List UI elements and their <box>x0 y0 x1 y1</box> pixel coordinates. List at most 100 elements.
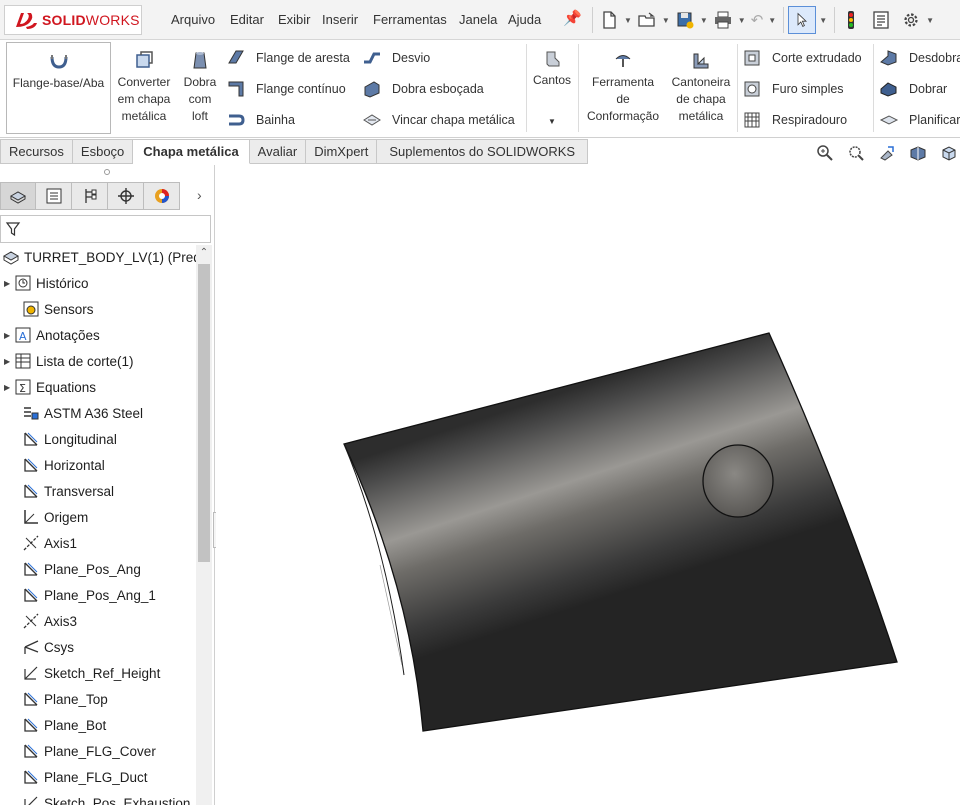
tab-avaliar[interactable]: Avaliar <box>249 139 307 164</box>
tree-item[interactable]: Axis3 <box>4 609 77 633</box>
tab-chapa-metalica[interactable]: Chapa metálica <box>133 139 250 164</box>
expand-arrow-icon[interactable]: ▶ <box>4 331 14 340</box>
tab-suplementos[interactable]: Suplementos do SOLIDWORKS <box>377 139 589 164</box>
scroll-up-chevron-icon[interactable]: ⌃ <box>196 247 212 258</box>
menu-inserir[interactable]: Inserir <box>322 12 358 27</box>
tree-item[interactable]: Horizontal <box>4 453 105 477</box>
tree-item[interactable]: Plane_FLG_Duct <box>4 765 148 789</box>
jog-button[interactable]: Desvio <box>362 47 430 69</box>
rebuild-traffic-light-icon[interactable] <box>841 6 861 34</box>
lofted-bend-button[interactable]: Dobra com loft <box>178 42 222 134</box>
fold-button[interactable]: Dobrar <box>879 78 947 100</box>
undo-icon[interactable]: ↶ <box>751 6 764 34</box>
panel-grip-handle[interactable] <box>104 169 110 175</box>
feature-manager-tab-icon[interactable] <box>0 182 36 210</box>
tree-scrollbar[interactable]: ⌃ <box>196 245 212 805</box>
sheet-metal-gusset-button[interactable]: Cantoneira de chapa metálica <box>667 42 735 134</box>
tree-item[interactable]: ▶ Histórico <box>0 271 89 295</box>
open-folder-icon[interactable] <box>637 6 657 34</box>
cross-break-button[interactable]: Vincar chapa metálica <box>362 109 515 131</box>
tree-item[interactable]: Origem <box>4 505 88 529</box>
flatten-button[interactable]: Planificar <box>879 109 960 131</box>
tree-item[interactable]: Axis1 <box>4 531 77 555</box>
convert-to-sheet-metal-button[interactable]: Converter em chapa metálica <box>114 42 174 134</box>
feature-filter-input[interactable] <box>0 215 211 243</box>
view-orientation-icon[interactable] <box>938 142 960 164</box>
tree-item[interactable]: Sensors <box>4 297 94 321</box>
tree-item[interactable]: Plane_Pos_Ang <box>4 557 141 581</box>
chevron-down-icon[interactable]: ▼ <box>819 16 827 25</box>
corners-dropdown-icon[interactable]: ▼ <box>528 113 576 130</box>
base-flange-tab-button[interactable]: Flange-base/Aba <box>6 42 111 134</box>
print-icon[interactable] <box>713 6 733 34</box>
tab-esboco[interactable]: Esboço <box>72 139 134 164</box>
options-gear-icon[interactable] <box>901 6 921 34</box>
menu-ferramentas[interactable]: Ferramentas <box>373 12 447 27</box>
tree-item[interactable]: ▶ A Anotações <box>0 323 100 347</box>
zoom-to-area-icon[interactable] <box>845 142 867 164</box>
tree-item[interactable]: ▶ Lista de corte(1) <box>0 349 134 373</box>
tree-item[interactable]: Plane_FLG_Cover <box>4 739 156 763</box>
section-view-icon[interactable] <box>907 142 929 164</box>
expand-arrow-icon[interactable]: ▶ <box>4 383 14 392</box>
chevron-down-icon[interactable]: ▼ <box>768 16 776 25</box>
flatten-label: Planificar <box>909 113 960 127</box>
pin-menu-icon[interactable]: 📌 <box>563 9 582 27</box>
solidworks-logo[interactable]: SOLIDWORKS <box>4 5 142 35</box>
new-document-icon[interactable] <box>599 6 619 34</box>
scrollbar-thumb[interactable] <box>198 264 210 562</box>
save-icon[interactable] <box>675 6 695 34</box>
expand-arrow-icon[interactable]: ▶ <box>4 357 14 366</box>
configuration-manager-tab-icon[interactable] <box>72 182 108 210</box>
menu-exibir[interactable]: Exibir <box>278 12 311 27</box>
miter-flange-button[interactable]: Flange contínuo <box>226 78 346 100</box>
tree-item[interactable]: Sketch_Pos_Exhaustion_T <box>4 791 196 805</box>
hem-button[interactable]: Bainha <box>226 109 295 131</box>
edge-flange-label: Flange de aresta <box>256 51 350 65</box>
menu-editar[interactable]: Editar <box>230 12 264 27</box>
fold-icon <box>880 82 897 97</box>
side-hole[interactable] <box>702 444 774 518</box>
tree-item[interactable]: Plane_Top <box>4 687 108 711</box>
previous-view-icon[interactable] <box>876 142 898 164</box>
forming-tool-button[interactable]: Ferramenta de Conformação <box>581 42 665 134</box>
chevron-down-icon[interactable]: ▼ <box>662 16 670 25</box>
menu-ajuda[interactable]: Ajuda <box>508 12 541 27</box>
menu-janela[interactable]: Janela <box>459 12 497 27</box>
chevron-down-icon[interactable]: ▼ <box>700 16 708 25</box>
tree-item[interactable]: Sketch_Ref_Height <box>4 661 160 685</box>
expand-arrow-icon[interactable]: ▶ <box>4 279 14 288</box>
cylinder-outer-surface[interactable] <box>343 332 898 732</box>
tree-root-part[interactable]: TURRET_BODY_LV(1) (Predeterminado) <box>2 245 196 269</box>
tree-item[interactable]: Csys <box>4 635 74 659</box>
simple-hole-button[interactable]: Furo simples <box>742 78 844 100</box>
vent-button[interactable]: Respiradouro <box>742 109 847 131</box>
tree-item[interactable]: ▶ Σ Equations <box>0 375 96 399</box>
file-properties-icon[interactable] <box>871 6 891 34</box>
tree-item[interactable]: Transversal <box>4 479 114 503</box>
toolbar-separator <box>834 7 836 33</box>
tree-item[interactable]: Plane_Pos_Ang_1 <box>4 583 156 607</box>
graphics-area[interactable] <box>216 165 960 805</box>
sketched-bend-button[interactable]: Dobra esboçada <box>362 78 484 100</box>
chevron-down-icon[interactable]: ▼ <box>738 16 746 25</box>
tree-item[interactable]: Plane_Bot <box>4 713 106 737</box>
select-pointer-icon[interactable] <box>788 6 817 34</box>
edge-flange-button[interactable]: Flange de aresta <box>226 47 350 69</box>
dimxpert-manager-tab-icon[interactable] <box>108 182 144 210</box>
tab-recursos[interactable]: Recursos <box>0 139 73 164</box>
corners-button[interactable]: Cantos ▼ <box>528 42 576 134</box>
extruded-cut-button[interactable]: Corte extrudado <box>742 47 862 69</box>
menu-arquivo[interactable]: Arquivo <box>171 12 215 27</box>
chevron-right-icon[interactable]: › <box>197 187 202 203</box>
unfold-button[interactable]: Desdobrar <box>879 47 960 69</box>
tab-dimxpert[interactable]: DimXpert <box>306 139 378 164</box>
chevron-down-icon[interactable]: ▼ <box>926 16 934 25</box>
chevron-down-icon[interactable]: ▼ <box>624 16 632 25</box>
tree-item[interactable]: Longitudinal <box>4 427 117 451</box>
zoom-to-fit-icon[interactable] <box>814 142 836 164</box>
cylinder-body-model[interactable] <box>216 165 960 805</box>
display-manager-tab-icon[interactable] <box>144 182 180 210</box>
tree-item[interactable]: ASTM A36 Steel <box>4 401 143 425</box>
property-manager-tab-icon[interactable] <box>36 182 72 210</box>
